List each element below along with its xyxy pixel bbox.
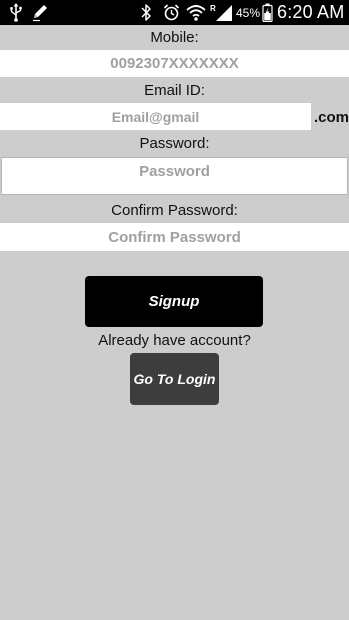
email-label: Email ID: [144,82,205,99]
signup-button[interactable]: Signup [85,276,263,327]
password-label: Password: [139,135,210,152]
email-input[interactable] [0,103,311,130]
mobile-input[interactable] [0,50,349,77]
bluetooth-icon [141,4,151,21]
pencil-icon [33,5,47,22]
wifi-icon [186,5,206,21]
battery-icon [262,3,273,22]
alarm-icon [163,4,180,21]
svg-text:R: R [210,4,216,13]
signal-icon: R [210,4,232,21]
go-to-login-button[interactable]: Go To Login [130,353,219,405]
confirm-password-label: Confirm Password: [111,202,238,219]
mobile-label: Mobile: [150,29,199,46]
confirm-password-input[interactable] [0,223,349,251]
password-input[interactable] [1,157,348,195]
clock-time: 6:20 AM [277,2,345,22]
battery-percent: 45% [236,6,261,20]
usb-icon [10,3,22,22]
email-domain-suffix: .com [314,109,349,126]
status-bar: R 45% 6:20 AM [0,0,349,25]
already-have-account-text: Already have account? [98,332,251,349]
